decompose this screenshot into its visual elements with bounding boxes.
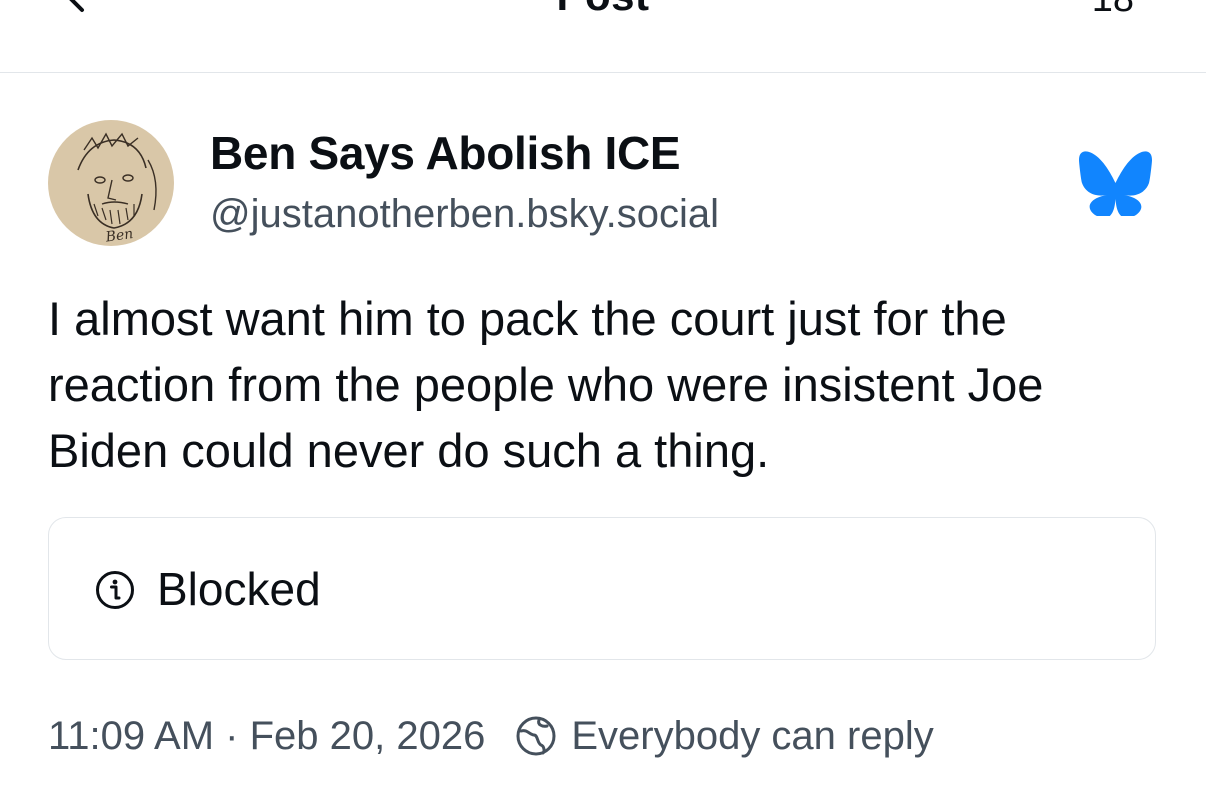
post-timestamp[interactable]: 11:09 AM · Feb 20, 2026 (48, 714, 485, 759)
blocked-embed-card[interactable]: Blocked (48, 517, 1156, 660)
avatar[interactable]: Ben (48, 120, 174, 246)
post-thread-screen: Post 18 Ben Ben Says Abolish ICE @justan… (0, 0, 1206, 792)
reply-setting-text[interactable]: Everybody can reply (571, 714, 933, 759)
info-icon (96, 571, 134, 609)
bluesky-butterfly-icon (1079, 151, 1152, 216)
author-handle[interactable]: @justanotherben.bsky.social (210, 192, 719, 237)
author-display-name[interactable]: Ben Says Abolish ICE (210, 126, 681, 180)
page-title: Post (0, 0, 1206, 20)
top-navigation-bar: Post 18 (0, 0, 1206, 73)
globe-icon (516, 716, 556, 756)
post-body-text: I almost want him to pack the court just… (48, 292, 1044, 477)
post-meta-row: 11:09 AM · Feb 20, 2026 Everybody can re… (48, 712, 934, 760)
topbar-right-text[interactable]: 18 (1092, 0, 1134, 21)
blocked-label: Blocked (157, 563, 321, 615)
